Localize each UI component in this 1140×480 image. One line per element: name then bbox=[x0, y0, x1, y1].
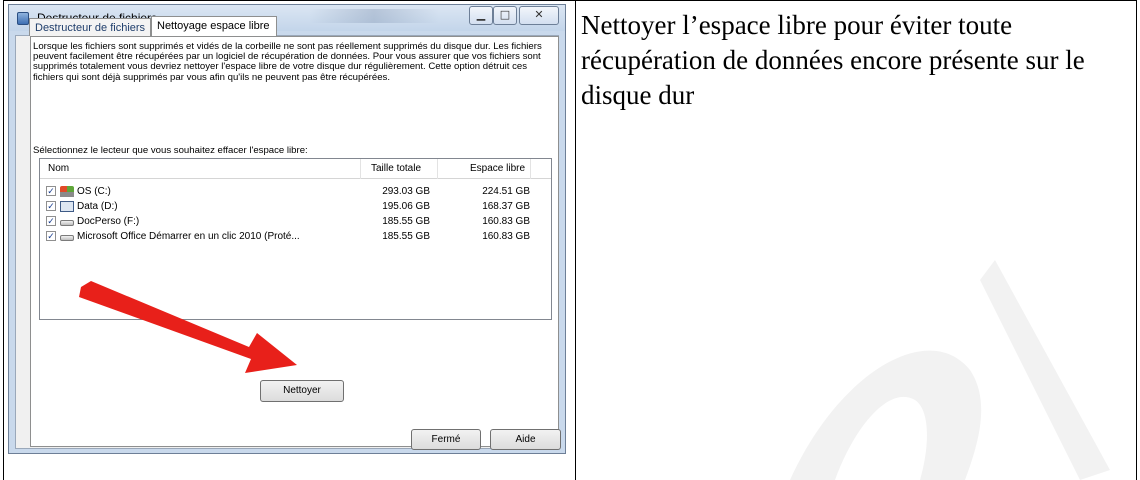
select-drive-label: Sélectionnez le lecteur que vous souhait… bbox=[33, 145, 308, 156]
close-icon: ✕ bbox=[534, 8, 544, 21]
table-top-border bbox=[3, 0, 1137, 1]
drive-size: 195.06 GB bbox=[382, 201, 430, 212]
column-header-size[interactable]: Taille totale bbox=[371, 163, 421, 174]
drive-checkbox[interactable]: ✓ bbox=[46, 216, 56, 226]
drive-checkbox[interactable]: ✓ bbox=[46, 201, 56, 211]
minimize-button[interactable]: ▁ bbox=[469, 6, 493, 25]
drive-row-data-d[interactable]: ✓ Data (D:) 195.06 GB 168.37 GB bbox=[40, 199, 551, 214]
table-middle-border bbox=[575, 0, 576, 480]
drive-name: Microsoft Office Démarrer en un clic 201… bbox=[77, 231, 300, 242]
hard-drive-icon bbox=[60, 220, 74, 226]
drive-name: DocPerso (F:) bbox=[77, 216, 140, 227]
close-dialog-button[interactable]: Fermé bbox=[411, 429, 481, 450]
close-button[interactable]: ✕ bbox=[519, 6, 559, 25]
drive-name: OS (C:) bbox=[77, 186, 111, 197]
drive-size: 185.55 GB bbox=[382, 231, 430, 242]
drive-free: 224.51 GB bbox=[482, 186, 530, 197]
drive-free: 168.37 GB bbox=[482, 201, 530, 212]
column-separator[interactable] bbox=[530, 159, 531, 179]
table-left-border bbox=[3, 0, 4, 480]
drive-list-header: Nom Taille totale Espace libre bbox=[40, 159, 551, 179]
maximize-button[interactable]: □ bbox=[493, 6, 517, 25]
red-arrow-icon bbox=[79, 281, 297, 373]
column-header-name[interactable]: Nom bbox=[48, 163, 69, 174]
hard-drive-icon bbox=[60, 235, 74, 241]
drive-row-docperso-f[interactable]: ✓ DocPerso (F:) 185.55 GB 160.83 GB bbox=[40, 214, 551, 229]
watermark-graphic bbox=[790, 260, 1110, 480]
help-button[interactable]: Aide bbox=[490, 429, 561, 450]
caption-text: Nettoyer l’espace libre pour éviter tout… bbox=[581, 10, 1085, 110]
drive-row-os-c[interactable]: ✓ OS (C:) 293.03 GB 224.51 GB bbox=[40, 184, 551, 199]
drive-checkbox[interactable]: ✓ bbox=[46, 186, 56, 196]
minimize-icon: ▁ bbox=[476, 8, 486, 21]
column-header-free[interactable]: Espace libre bbox=[470, 163, 525, 174]
drive-size: 185.55 GB bbox=[382, 216, 430, 227]
drive-size: 293.03 GB bbox=[382, 186, 430, 197]
blurred-title-area bbox=[309, 9, 439, 23]
disk-drive-icon bbox=[60, 201, 74, 212]
drive-name: Data (D:) bbox=[77, 201, 118, 212]
description-text: Lorsque les fichiers sont supprimés et v… bbox=[33, 41, 542, 83]
file-shredder-window: Destructeur de fichiers ▁ □ ✕ Destructeu… bbox=[8, 4, 566, 454]
windows-drive-icon bbox=[60, 186, 74, 197]
tab-file-shredder[interactable]: Destructeur de fichiers bbox=[29, 18, 151, 36]
column-separator[interactable] bbox=[437, 159, 438, 179]
drive-checkbox[interactable]: ✓ bbox=[46, 231, 56, 241]
clean-button[interactable]: Nettoyer bbox=[260, 380, 344, 402]
tab-free-space-cleanup[interactable]: Nettoyage espace libre bbox=[151, 16, 277, 36]
table-right-border bbox=[1136, 0, 1137, 480]
drive-free: 160.83 GB bbox=[482, 216, 530, 227]
app-icon bbox=[17, 12, 29, 25]
maximize-icon: □ bbox=[499, 8, 511, 21]
drive-row-office[interactable]: ✓ Microsoft Office Démarrer en un clic 2… bbox=[40, 229, 551, 244]
drive-free: 160.83 GB bbox=[482, 231, 530, 242]
column-separator[interactable] bbox=[360, 159, 361, 179]
